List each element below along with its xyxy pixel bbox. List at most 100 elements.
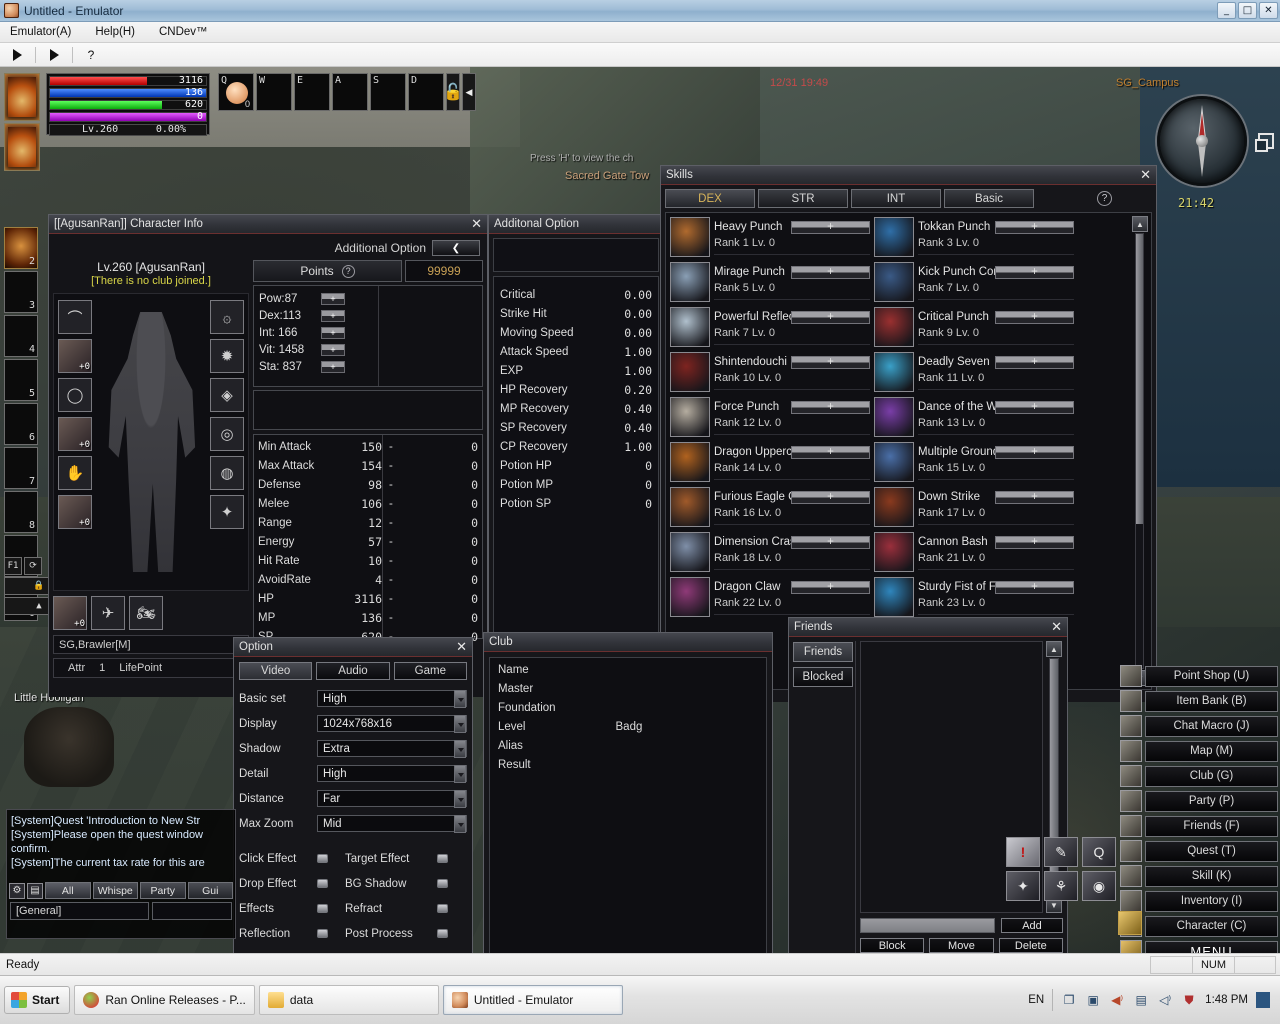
shadow-select[interactable]: Extra bbox=[317, 740, 467, 758]
chat-panel[interactable]: [System]Quest 'Introduction to New Str [… bbox=[6, 809, 236, 939]
skill-plus-button[interactable]: + bbox=[791, 355, 870, 369]
skill-item[interactable]: Cannon Bash + Rank 21 Lv. 0 bbox=[874, 532, 1074, 574]
hotkey-w[interactable]: W bbox=[256, 73, 292, 111]
chevron-down-icon[interactable] bbox=[454, 790, 466, 808]
refract-checkbox[interactable] bbox=[437, 904, 448, 913]
hotbar-collapse-icon[interactable]: ◀ bbox=[462, 73, 476, 111]
tab-basic[interactable]: Basic bbox=[944, 189, 1034, 208]
skill-plus-button[interactable]: + bbox=[995, 265, 1074, 279]
character-info-titlebar[interactable]: [[AgusanRan]] Character Info ✕ bbox=[49, 215, 487, 234]
chat-tab-whisper[interactable]: Whispe bbox=[92, 882, 138, 899]
skills-titlebar[interactable]: Skills ✕ bbox=[661, 166, 1156, 185]
chevron-down-icon[interactable] bbox=[454, 815, 466, 833]
chat-tab-party[interactable]: Party bbox=[140, 882, 186, 899]
skill-item[interactable]: Mirage Punch + Rank 5 Lv. 0 bbox=[670, 262, 870, 304]
tab-blocked[interactable]: Blocked bbox=[793, 667, 853, 687]
equip-necklace-icon[interactable]: ◈ bbox=[210, 378, 244, 412]
close-button[interactable]: ✕ bbox=[1259, 2, 1278, 19]
quickslot-2[interactable]: 2 bbox=[4, 227, 38, 269]
close-icon[interactable]: ✕ bbox=[471, 218, 482, 231]
save-icon[interactable]: ▤ bbox=[27, 882, 43, 899]
attribute-plus-button[interactable]: + bbox=[321, 343, 345, 356]
chevron-down-icon[interactable] bbox=[454, 740, 466, 758]
chat-input[interactable] bbox=[151, 902, 232, 920]
hotkey-s[interactable]: S bbox=[370, 73, 406, 111]
quickslot-8[interactable]: 8 bbox=[4, 491, 38, 533]
chat-tab-guild[interactable]: Gui bbox=[187, 882, 233, 899]
close-icon[interactable]: ✕ bbox=[1051, 621, 1062, 634]
option-window[interactable]: Option ✕ Video Audio Game Basic set High … bbox=[233, 637, 473, 975]
scroll-thumb[interactable] bbox=[1136, 234, 1143, 524]
skill-plus-button[interactable]: + bbox=[995, 490, 1074, 504]
alert-icon[interactable]: ! bbox=[1006, 837, 1040, 867]
drop-effect-checkbox[interactable] bbox=[317, 879, 328, 888]
move-button[interactable]: Move bbox=[929, 938, 994, 953]
skill-item[interactable]: Dance of the Warrior+ Rank 13 Lv. 0 bbox=[874, 397, 1074, 439]
run-alt-button[interactable] bbox=[43, 45, 65, 65]
skill-plus-button[interactable]: + bbox=[995, 400, 1074, 414]
tab-dex[interactable]: DEX bbox=[665, 189, 755, 208]
tab-video[interactable]: Video bbox=[239, 662, 313, 680]
additional-option-titlebar[interactable]: Additonal Option bbox=[489, 215, 663, 234]
right-menu-button[interactable]: Party (P) bbox=[1145, 790, 1278, 812]
friends-icon[interactable] bbox=[1120, 815, 1142, 837]
minimize-button[interactable]: _ bbox=[1217, 2, 1236, 19]
quickslot-6[interactable]: 6 bbox=[4, 403, 38, 445]
character-portrait[interactable] bbox=[4, 73, 40, 121]
menu-item-help[interactable]: Help(H) bbox=[91, 24, 139, 40]
skill-plus-button[interactable]: + bbox=[995, 445, 1074, 459]
equip-hat-icon[interactable]: ⌒ bbox=[58, 300, 92, 334]
chat-channel-select[interactable]: [General] bbox=[10, 902, 149, 920]
scroll-up-icon[interactable]: ▲ bbox=[1132, 216, 1148, 232]
right-menu-button[interactable]: Item Bank (B) bbox=[1145, 690, 1278, 712]
equip-glove-icon[interactable]: ✋ bbox=[58, 456, 92, 490]
click-effect-checkbox[interactable] bbox=[317, 854, 328, 863]
skill-item[interactable]: Shintendouchi + Rank 10 Lv. 0 bbox=[670, 352, 870, 394]
equip-belt-icon[interactable]: ◯ bbox=[58, 378, 92, 412]
right-menu-button[interactable]: Inventory (I) bbox=[1145, 890, 1278, 912]
post-process-checkbox[interactable] bbox=[437, 929, 448, 938]
coins-icon[interactable] bbox=[1120, 665, 1142, 687]
club-icon[interactable] bbox=[1120, 765, 1142, 787]
close-icon[interactable]: ✕ bbox=[1140, 169, 1151, 182]
skill-plus-button[interactable]: + bbox=[791, 445, 870, 459]
quickslot-3[interactable]: 3 bbox=[4, 271, 38, 313]
show-desktop-icon[interactable] bbox=[1256, 992, 1270, 1008]
reflection-checkbox[interactable] bbox=[317, 929, 328, 938]
equip-pendant-icon[interactable]: ✹ bbox=[210, 339, 244, 373]
search-icon[interactable]: Q bbox=[1082, 837, 1116, 867]
skill-item[interactable]: Force Punch + Rank 12 Lv. 0 bbox=[670, 397, 870, 439]
skill-item[interactable]: Powerful Reflecting Barr+ Rank 7 Lv. 0 bbox=[670, 307, 870, 349]
skill-plus-button[interactable]: + bbox=[791, 265, 870, 279]
right-menu-button[interactable]: Club (G) bbox=[1145, 765, 1278, 787]
volume-icon[interactable]: ◀⁾ bbox=[1109, 992, 1125, 1008]
skill-item[interactable]: Dragon Claw + Rank 22 Lv. 0 bbox=[670, 577, 870, 619]
compass-minimap[interactable] bbox=[1157, 96, 1247, 186]
npc-mob[interactable] bbox=[24, 707, 114, 787]
emote-icon[interactable]: ✦ bbox=[1006, 871, 1040, 901]
attribute-plus-button[interactable]: + bbox=[321, 326, 345, 339]
right-menu-button[interactable]: Character (C) bbox=[1145, 915, 1278, 937]
tray-clock[interactable]: 1:48 PM bbox=[1205, 994, 1248, 1006]
hotkey-bar[interactable]: Q 0 W E A S D 🔓 ◀ bbox=[218, 73, 476, 111]
map-expand-icon[interactable] bbox=[1255, 133, 1274, 152]
rotate-icon[interactable]: ⟳ bbox=[24, 557, 42, 575]
start-button[interactable]: Start bbox=[4, 986, 71, 1014]
equip-bracelet-icon[interactable]: ◍ bbox=[210, 456, 244, 490]
speaker-icon[interactable]: ◁⁾ bbox=[1157, 992, 1173, 1008]
skill-plus-button[interactable]: + bbox=[791, 400, 870, 414]
hotkey-d[interactable]: D bbox=[408, 73, 444, 111]
maximize-button[interactable]: □ bbox=[1238, 2, 1257, 19]
skill-plus-button[interactable]: + bbox=[791, 310, 870, 324]
bank-icon[interactable] bbox=[1120, 690, 1142, 712]
skill-item[interactable]: Deadly Seven + Rank 11 Lv. 0 bbox=[874, 352, 1074, 394]
skill-plus-button[interactable]: + bbox=[995, 535, 1074, 549]
chevron-down-icon[interactable] bbox=[454, 690, 466, 708]
skill-plus-button[interactable]: + bbox=[791, 580, 870, 594]
game-viewport[interactable]: Press 'H' to view the ch Sacred Gate Tow… bbox=[0, 67, 1280, 975]
skill-plus-button[interactable]: + bbox=[791, 220, 870, 234]
equip-charm-icon[interactable]: ✦ bbox=[210, 495, 244, 529]
skills-scrollbar[interactable]: ▲ ▼ bbox=[1132, 216, 1148, 686]
equip-earring-icon[interactable]: ۞ bbox=[210, 300, 244, 334]
tray-language[interactable]: EN bbox=[1028, 994, 1044, 1006]
